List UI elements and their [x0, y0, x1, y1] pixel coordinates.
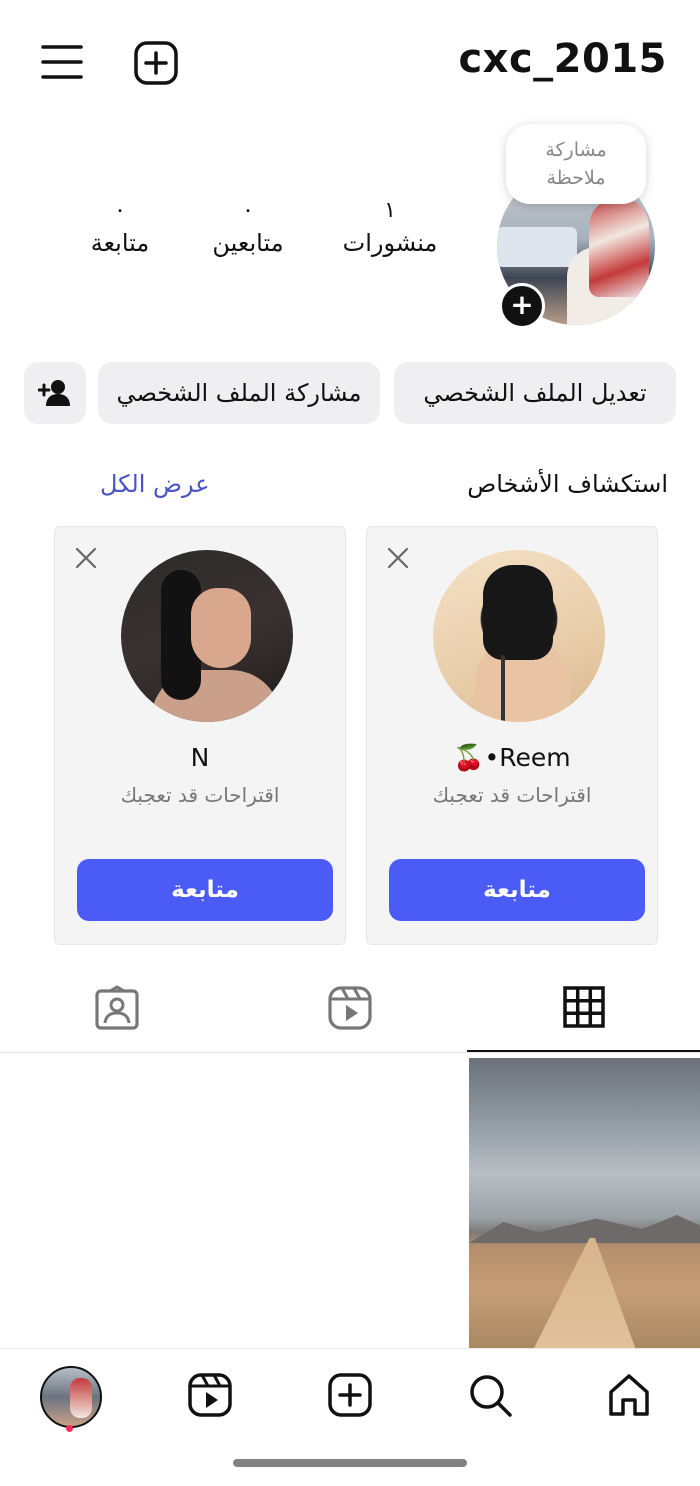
search-icon[interactable]: [467, 1372, 513, 1418]
note-line-1: مشاركة: [545, 139, 607, 161]
suggestion-card[interactable]: 🍒•Reem اقتراحات قد تعجبك متابعة: [366, 526, 658, 945]
following-label: متابعة: [90, 229, 150, 257]
share-note-bubble[interactable]: مشاركة ملاحظة: [506, 124, 646, 204]
grid-icon[interactable]: [562, 985, 606, 1029]
home-indicator: [233, 1459, 467, 1467]
edit-profile-button[interactable]: تعديل الملف الشخصي: [394, 362, 676, 424]
close-icon[interactable]: [73, 545, 99, 571]
create-icon[interactable]: [327, 1372, 373, 1418]
see-all-link[interactable]: عرض الكل: [100, 470, 210, 498]
posts-stat[interactable]: ١ منشورات: [335, 196, 445, 260]
add-story-plus-icon[interactable]: +: [499, 283, 545, 329]
following-count: ٠: [114, 198, 126, 223]
suggestion-avatar[interactable]: [433, 550, 605, 722]
tab-divider: [0, 1052, 700, 1053]
close-icon[interactable]: [385, 545, 411, 571]
note-line-2: ملاحظة: [546, 167, 606, 189]
follow-button[interactable]: متابعة: [389, 859, 645, 921]
home-icon[interactable]: [606, 1372, 652, 1418]
reels-icon[interactable]: [327, 985, 373, 1031]
followers-count: ٠: [242, 198, 254, 223]
hamburger-menu-icon[interactable]: [40, 40, 84, 84]
following-stat[interactable]: ٠ متابعة: [75, 196, 165, 260]
profile-avatar-nav[interactable]: [40, 1366, 102, 1428]
post-thumbnail[interactable]: [469, 1058, 700, 1348]
notification-dot: [66, 1425, 73, 1432]
create-post-icon[interactable]: [133, 40, 179, 86]
reels-icon[interactable]: [187, 1372, 233, 1418]
follow-button[interactable]: متابعة: [77, 859, 333, 921]
add-person-icon[interactable]: [24, 362, 86, 424]
followers-stat[interactable]: ٠ متابعين: [200, 196, 296, 260]
followers-label: متابعين: [212, 229, 284, 257]
suggestion-name[interactable]: N: [55, 743, 345, 772]
share-profile-button[interactable]: مشاركة الملف الشخصي: [98, 362, 380, 424]
posts-label: منشورات: [342, 229, 438, 257]
suggestion-subtitle: اقتراحات قد تعجبك: [120, 783, 280, 807]
suggestion-subtitle: اقتراحات قد تعجبك: [432, 783, 592, 807]
tagged-icon[interactable]: [94, 985, 140, 1031]
suggestion-avatar[interactable]: [121, 550, 293, 722]
suggestion-name[interactable]: 🍒•Reem: [367, 743, 657, 773]
suggestion-card[interactable]: N اقتراحات قد تعجبك متابعة: [54, 526, 346, 945]
profile-username[interactable]: cxc_2015: [458, 36, 667, 82]
discover-people-title: استكشاف الأشخاص: [467, 470, 668, 498]
posts-count: ١: [384, 198, 396, 223]
